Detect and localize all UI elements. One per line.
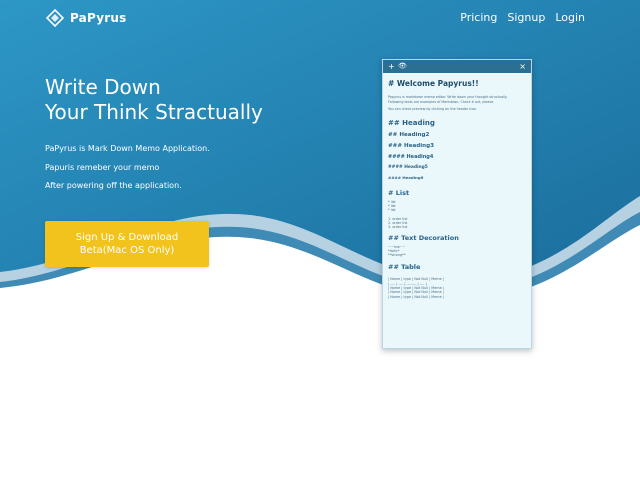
desc-line-1: PaPyrus is Mark Down Memo Application. xyxy=(45,144,210,153)
top-nav: Pricing Signup Login xyxy=(460,11,585,24)
hero-headline: Write Down Your Think Stractually xyxy=(45,75,263,125)
nav-login-link[interactable]: Login xyxy=(555,11,585,24)
desc-line-3: After powering off the application. xyxy=(45,181,182,190)
cta-line-1: Sign Up & Download xyxy=(75,232,179,243)
navbar: PaPyrus Pricing Signup Login xyxy=(0,0,640,38)
md-heading: ## Heading xyxy=(388,118,435,127)
md-title: # Welcome Papyrus!! xyxy=(388,79,479,88)
close-icon[interactable]: × xyxy=(519,60,526,73)
desc-line-2: Papuris remeber your memo xyxy=(45,162,160,172)
add-icon[interactable]: + xyxy=(388,60,395,73)
papyrus-logo-icon xyxy=(46,9,64,27)
md-intro-1: Papyrus is markdown memo editor. Write d… xyxy=(388,95,508,99)
nav-pricing-link[interactable]: Pricing xyxy=(460,11,497,24)
md-list-title: # List xyxy=(388,188,410,197)
markdown-editor[interactable]: # Welcome Papyrus!! Papyrus is markdown … xyxy=(383,73,531,299)
headline-line-2: Your Think Stractually xyxy=(45,100,263,124)
brand-logo[interactable]: PaPyrus xyxy=(46,9,126,27)
md-table-row: | Name | type | Not Null | Meme | xyxy=(388,294,444,299)
md-table-title: ## Table xyxy=(388,263,421,272)
md-deco-title: ## Text Decoration xyxy=(388,233,459,242)
brand-name: PaPyrus xyxy=(70,11,127,25)
app-preview-window: + 👁 × # Welcome Papyrus!! Papyrus is mar… xyxy=(382,59,532,349)
signup-download-button[interactable]: Sign Up & Download Beta(Mac OS Only) xyxy=(45,221,209,267)
preview-eye-icon[interactable]: 👁 xyxy=(398,60,407,73)
window-toolbar: + 👁 × xyxy=(383,60,531,73)
nav-signup-link[interactable]: Signup xyxy=(507,11,545,24)
cta-line-2: Beta(Mac OS Only) xyxy=(79,245,175,256)
hero-description: PaPyrus is Mark Down Memo Application. P… xyxy=(45,140,210,196)
headline-line-1: Write Down xyxy=(45,75,161,99)
